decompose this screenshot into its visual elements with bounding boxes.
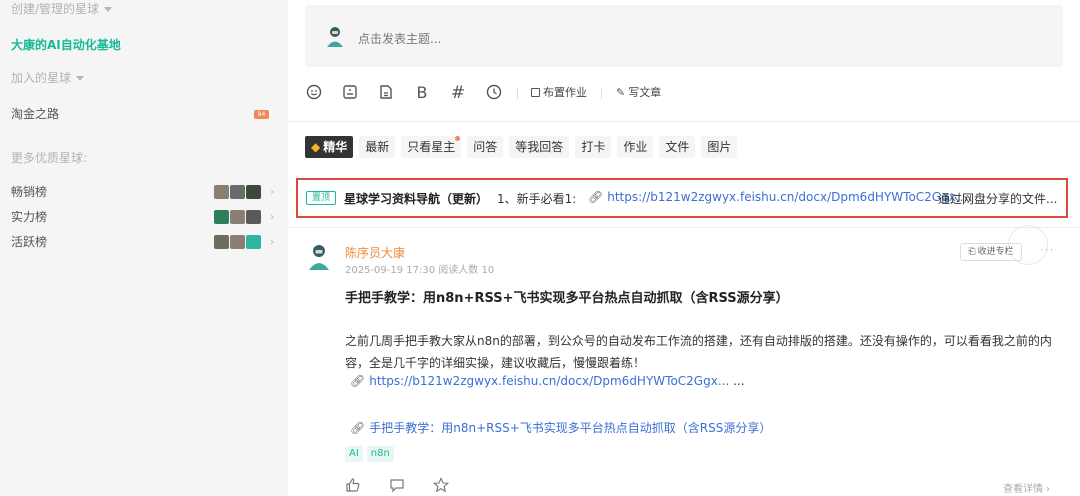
divider: [288, 227, 1080, 228]
ranking-active[interactable]: 活跃榜: [11, 235, 47, 249]
post-meta: 2025-09-19 17:30 阅读人数 10: [345, 265, 495, 276]
pinned-link[interactable]: 🔗︎ https://b121w2zgwyx.feishu.cn/docx/Dpm…: [588, 190, 967, 204]
filter-tabs: ◆ 精华 最新 只看星主 问答 等我回答 打卡 作业 文件 图片: [305, 136, 738, 158]
author-name[interactable]: 陈序员大康: [345, 244, 405, 261]
pinned-tag: 置顶: [306, 191, 336, 205]
column-icon: ⎗: [968, 247, 976, 257]
ranking-strength-avatars: [214, 210, 261, 224]
divider: [288, 121, 1080, 122]
clock-icon[interactable]: [485, 84, 503, 102]
view-details-link[interactable]: 查看详情 ›: [1003, 480, 1050, 495]
pinned-title[interactable]: 星球学习资料导航（更新）: [344, 190, 488, 207]
section-joined-toggle[interactable]: 加入的星球: [11, 71, 85, 85]
post-body: 之前几周手把手教大家从n8n的部署，到公众号的自动发布工作流的搭建，还有自动排版…: [345, 334, 1052, 370]
ranking-bestseller[interactable]: 畅销榜: [11, 185, 47, 199]
tab-waiting-answer[interactable]: 等我回答: [509, 136, 570, 158]
avatar: [214, 210, 229, 224]
pinned-topic-row[interactable]: 置顶 星球学习资料导航（更新） 1、新手必看1: 🔗︎ https://b121w…: [296, 178, 1068, 218]
post-link-ellipsis: ...: [733, 374, 745, 388]
tab-latest[interactable]: 最新: [359, 136, 396, 158]
ranking-strength[interactable]: 实力榜: [11, 210, 47, 224]
write-article-button[interactable]: ✎ 写文章: [616, 86, 661, 100]
collect-label: 收进专栏: [977, 247, 1014, 257]
avatar: [246, 210, 261, 224]
tab-files[interactable]: 文件: [659, 136, 696, 158]
file-icon[interactable]: [377, 84, 395, 102]
tab-images[interactable]: 图片: [701, 136, 738, 158]
tag-n8n[interactable]: n8n: [366, 446, 394, 462]
link-icon: 🔗︎: [350, 421, 366, 435]
pen-icon: ✎: [616, 86, 626, 99]
tag-ai[interactable]: AI: [345, 446, 363, 462]
composer-placeholder: 点击发表主题...: [358, 32, 442, 46]
section-created-label: 创建/管理的星球: [11, 2, 100, 16]
tab-owner-only[interactable]: 只看星主: [401, 136, 462, 158]
avatar: [246, 185, 261, 199]
post-title[interactable]: 手把手教学：用n8n+RSS+飞书实现多平台热点自动抓取（含RSS源分享）: [345, 287, 789, 306]
tab-homework[interactable]: 作业: [617, 136, 654, 158]
sidebar-item-joined-planet[interactable]: 淘金之路: [11, 107, 59, 121]
ranking-bestseller-avatars: [214, 185, 261, 199]
avatar: [214, 185, 229, 199]
user-avatar: [327, 27, 343, 47]
chevron-right-icon: ›: [1043, 484, 1051, 495]
app-root: 创建/管理的星球 大康的AI自动化基地 加入的星球 淘金之路 94 更多优质星球…: [0, 0, 1080, 496]
tab-featured[interactable]: ◆ 精华: [305, 136, 354, 158]
link-icon: 🔗︎: [350, 374, 366, 388]
avatar: [230, 235, 245, 249]
hashtag-icon[interactable]: #: [449, 84, 467, 102]
pinned-tail: 通过网盘分享的文件...: [938, 192, 1058, 206]
chevron-right-icon[interactable]: ›: [270, 235, 274, 249]
like-icon[interactable]: [345, 477, 361, 493]
comment-icon[interactable]: [389, 477, 405, 493]
pinned-text: 1、新手必看1:: [497, 192, 577, 206]
section-created-toggle[interactable]: 创建/管理的星球: [11, 2, 113, 16]
diamond-icon: ◆: [311, 140, 321, 154]
section-more-label: 更多优质星球:: [11, 151, 88, 165]
avatar: [230, 210, 245, 224]
caret-down-icon: [76, 76, 85, 81]
collect-to-column-button[interactable]: ⎗ 收进专栏: [960, 243, 1022, 261]
avatar: [214, 235, 229, 249]
toolbar-divider: [517, 88, 518, 99]
emoji-icon[interactable]: [305, 84, 323, 102]
post-link[interactable]: 🔗︎ https://b121w2zgwyx.feishu.cn/docx/Dpm…: [350, 374, 745, 388]
assign-homework-label: 布置作业: [543, 86, 587, 99]
chevron-right-icon[interactable]: ›: [270, 210, 274, 224]
image-icon[interactable]: [341, 84, 359, 102]
section-joined-label: 加入的星球: [11, 71, 72, 85]
post-actions: [345, 477, 449, 493]
sidebar: 创建/管理的星球 大康的AI自动化基地 加入的星球 淘金之路 94 更多优质星球…: [0, 0, 288, 496]
tab-qa[interactable]: 问答: [467, 136, 504, 158]
notification-dot: [455, 136, 461, 141]
unread-badge: 94: [254, 110, 269, 119]
more-options-icon[interactable]: ···: [1040, 243, 1054, 257]
toolbar-divider: [601, 88, 602, 99]
write-article-label: 写文章: [628, 86, 662, 99]
post-tags: AI n8n: [345, 446, 394, 462]
sidebar-item-active-planet[interactable]: 大康的AI自动化基地: [11, 38, 121, 52]
chevron-right-icon[interactable]: ›: [270, 185, 274, 199]
article-link-text: 手把手教学：用n8n+RSS+飞书实现多平台热点自动抓取（含RSS源分享）: [369, 421, 772, 435]
author-avatar[interactable]: [306, 242, 332, 270]
star-icon[interactable]: [433, 477, 449, 493]
tab-checkin[interactable]: 打卡: [575, 136, 612, 158]
avatar: [246, 235, 261, 249]
link-icon: 🔗︎: [588, 190, 604, 204]
composer-toolbar: B # 布置作业 ✎ 写文章: [305, 84, 705, 104]
view-details-label: 查看详情: [1003, 484, 1043, 495]
pinned-link-text: https://b121w2zgwyx.feishu.cn/docx/Dpm6d…: [607, 190, 968, 204]
caret-down-icon: [104, 7, 113, 12]
tab-featured-label: 精华: [323, 140, 348, 154]
checkbox-icon: [531, 88, 540, 97]
article-link[interactable]: 🔗︎ 手把手教学：用n8n+RSS+飞书实现多平台热点自动抓取（含RSS源分享）: [350, 419, 771, 436]
bold-icon[interactable]: B: [413, 84, 431, 102]
post-link-text: https://b121w2zgwyx.feishu.cn/docx/Dpm6d…: [369, 374, 730, 388]
ranking-active-avatars: [214, 235, 261, 249]
composer-box[interactable]: 点击发表主题...: [305, 5, 1063, 67]
assign-homework-button[interactable]: 布置作业: [531, 86, 587, 100]
avatar: [230, 185, 245, 199]
tab-owner-only-label: 只看星主: [407, 140, 456, 154]
